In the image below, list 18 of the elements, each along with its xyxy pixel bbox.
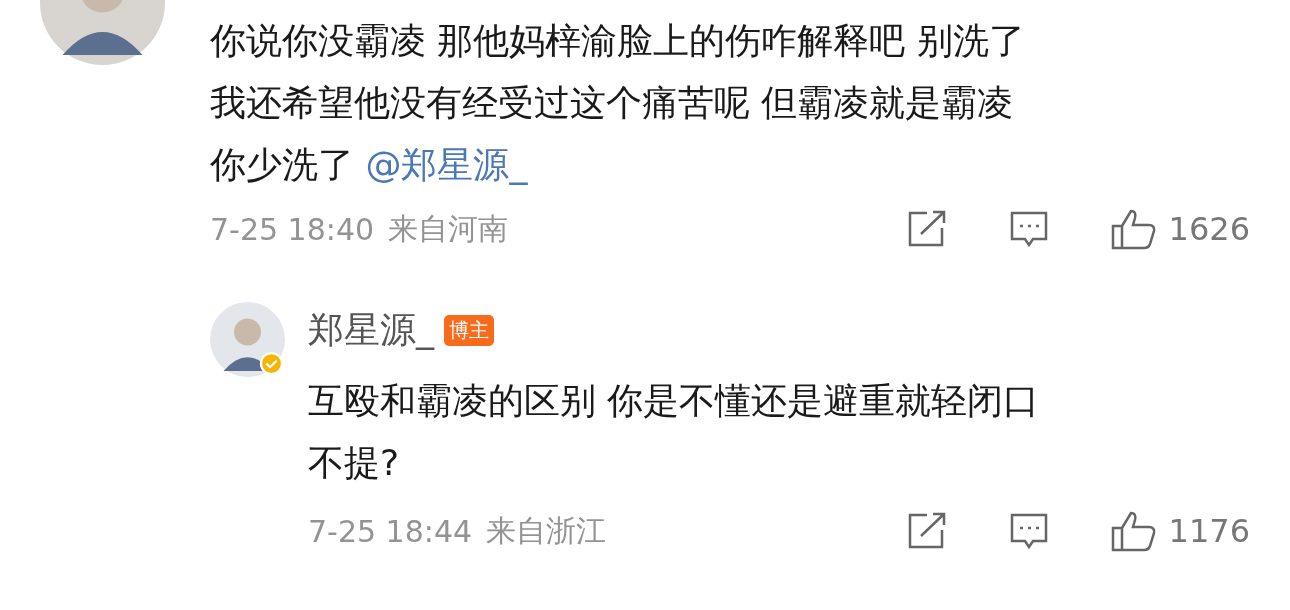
comment-location: 来自河南 — [388, 209, 509, 248]
share-icon[interactable] — [906, 512, 947, 550]
comment-time: 7-25 18:44 — [308, 513, 473, 549]
like-count: 1176 — [1168, 512, 1250, 550]
comment-location: 来自浙江 — [486, 511, 607, 550]
author-name[interactable]: 郑星源_ — [308, 305, 434, 355]
share-icon[interactable] — [906, 210, 947, 248]
comment-icon[interactable] — [1008, 512, 1049, 550]
like-icon[interactable] — [1110, 208, 1157, 250]
author-badge: 博主 — [444, 314, 494, 346]
comment-text: 你说你没霸凌 那他妈梓渝脸上的伤咋解释吧 别洗了 我还希望他没有经受过这个痛苦呢 但霸凌就是霸凌 你少洗了 @郑星源_ — [210, 19, 1026, 187]
mention-link[interactable]: @郑星源_ — [365, 144, 528, 185]
like-icon[interactable] — [1110, 510, 1157, 552]
comment-time: 7-25 18:40 — [210, 211, 375, 247]
like-count: 1626 — [1168, 210, 1250, 248]
reply-text: 互殴和霸凌的区别 你是不懂还是避重就轻闭口 不提? — [308, 379, 1041, 485]
author-avatar[interactable] — [210, 302, 285, 377]
comment-icon[interactable] — [1008, 210, 1049, 248]
